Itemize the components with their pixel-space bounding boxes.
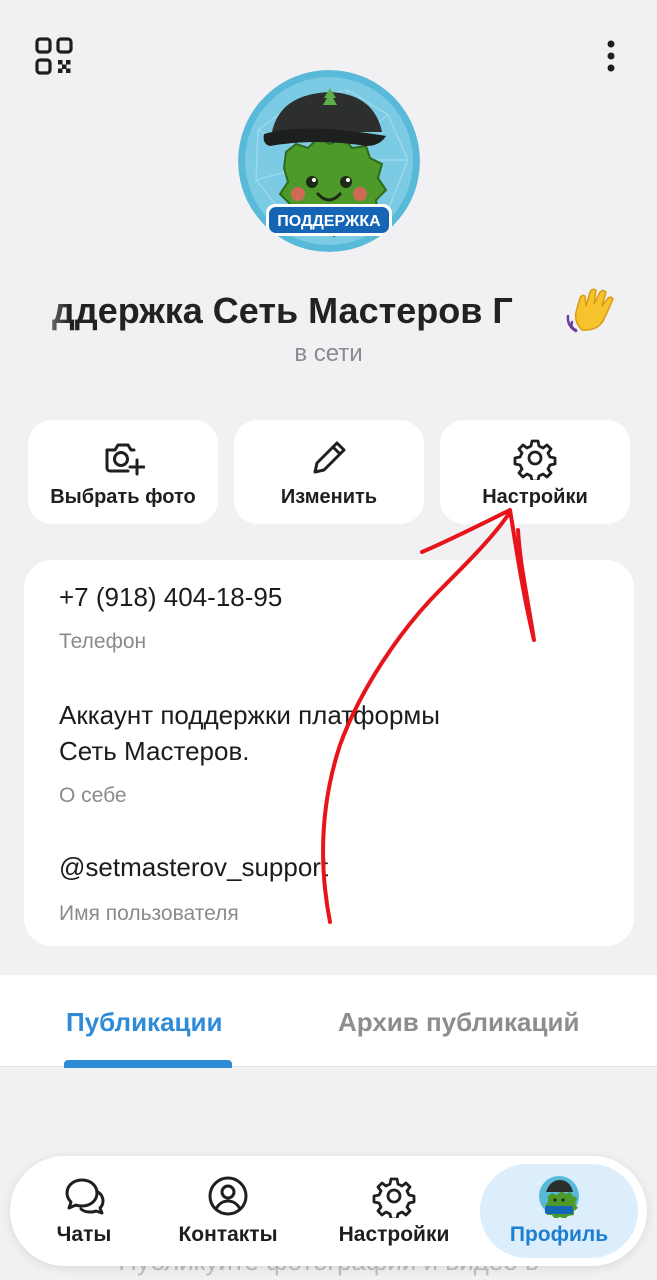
about-label: О себе	[59, 784, 127, 807]
profile-name: ддержка Сеть Мастеров Г	[52, 290, 513, 331]
settings-button[interactable]: Настройки	[440, 420, 630, 524]
about-line-2[interactable]: Сеть Мастеров.	[59, 734, 250, 768]
nav-contacts[interactable]: Контакты	[166, 1156, 290, 1266]
edit-button[interactable]: Изменить	[234, 420, 424, 524]
nav-contacts-label: Контакты	[178, 1223, 278, 1246]
more-vertical-icon	[607, 40, 615, 72]
active-tab-indicator	[64, 1060, 232, 1068]
nav-chats[interactable]: Чаты	[28, 1156, 140, 1266]
phone-value[interactable]: +7 (918) 404-18-95	[59, 580, 282, 614]
gear-icon	[372, 1177, 416, 1218]
tab-archive[interactable]: Архив публикаций	[338, 1007, 579, 1038]
online-status: в сети	[294, 340, 363, 367]
bottom-navigation: Чаты Контакты Настройки Профиль	[10, 1156, 647, 1266]
nav-settings[interactable]: Настройки	[330, 1156, 458, 1266]
gear-icon	[513, 439, 557, 480]
choose-photo-button[interactable]: Выбрать фото	[28, 420, 218, 524]
qr-code-icon	[35, 37, 73, 75]
phone-label: Телефон	[59, 630, 147, 653]
about-line-1[interactable]: Аккаунт поддержки платформы	[59, 698, 440, 732]
contacts-icon	[208, 1176, 248, 1216]
settings-label: Настройки	[482, 486, 588, 508]
edit-label: Изменить	[280, 486, 378, 508]
nav-profile-label: Профиль	[509, 1223, 609, 1246]
tab-publications[interactable]: Публикации	[66, 1007, 222, 1038]
waving-hand-icon	[566, 288, 618, 336]
chats-icon	[65, 1178, 105, 1215]
pencil-icon	[313, 441, 346, 474]
avatar-badge-text: ПОДДЕРЖКА	[277, 213, 381, 230]
nav-settings-label: Настройки	[338, 1223, 450, 1246]
username-label: Имя пользователя	[59, 902, 239, 925]
username-value[interactable]: @setmasterov_support	[59, 850, 328, 884]
qr-code-button[interactable]	[34, 36, 74, 76]
profile-avatar-icon	[539, 1176, 579, 1218]
nav-profile[interactable]: Профиль	[490, 1156, 628, 1266]
profile-avatar[interactable]: ПОДДЕРЖКА	[238, 70, 420, 252]
more-menu-button[interactable]	[596, 36, 626, 76]
profile-info-card: +7 (918) 404-18-95 Телефон Аккаунт подде…	[24, 560, 634, 946]
nav-chats-label: Чаты	[56, 1223, 112, 1246]
profile-name-row: ддержка Сеть Мастеров Г	[0, 288, 657, 338]
publication-tabs: Публикации Архив публикаций	[0, 975, 657, 1067]
add-photo-icon	[105, 443, 145, 476]
choose-photo-label: Выбрать фото	[50, 486, 196, 508]
